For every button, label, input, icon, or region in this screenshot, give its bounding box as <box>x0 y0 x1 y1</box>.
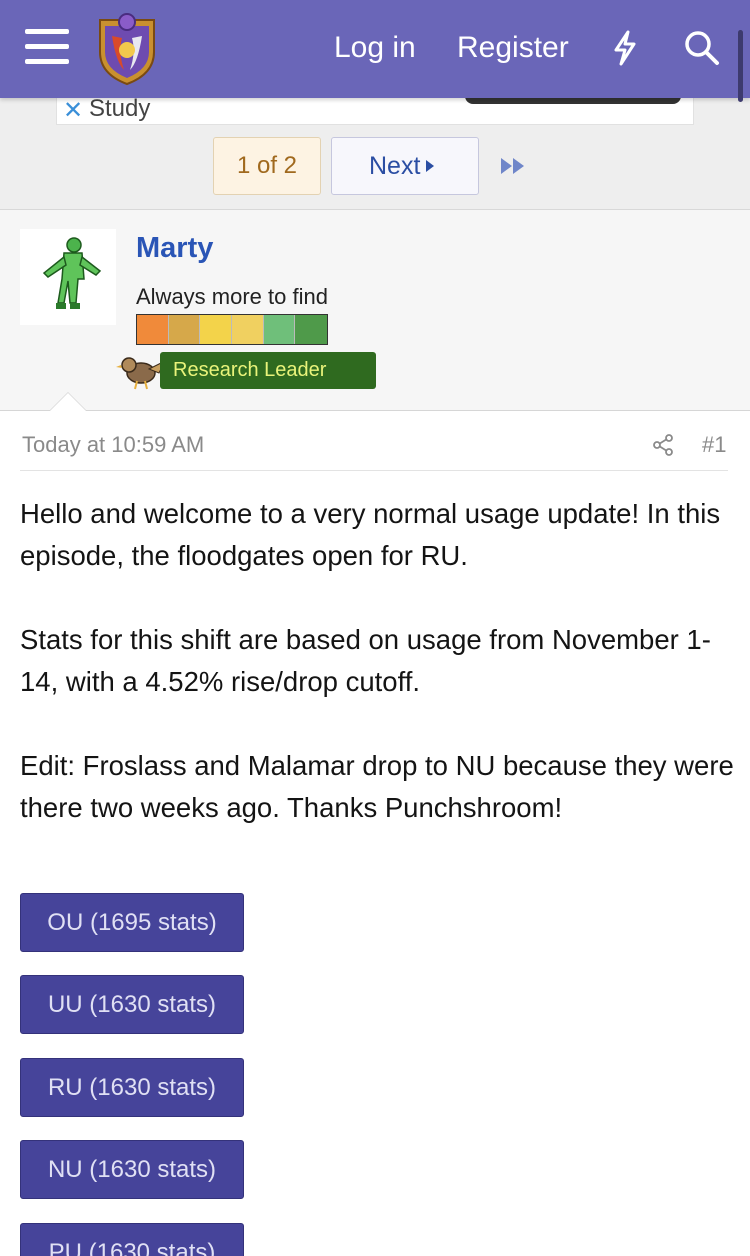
nu-stats-button[interactable]: NU (1630 stats) <box>20 1140 244 1199</box>
leaf-badge-icon <box>263 315 296 344</box>
menu-icon[interactable] <box>25 29 69 65</box>
post-paragraph: Hello and welcome to a very normal usage… <box>20 498 721 571</box>
register-link[interactable]: Register <box>457 28 569 68</box>
avatar[interactable] <box>20 229 116 325</box>
pagination-band: ✕ Study 1 of 2 Next <box>0 94 750 210</box>
post-paragraph: Stats for this shift are based on usage … <box>20 624 711 697</box>
last-page-icon[interactable] <box>499 156 529 176</box>
share-icon[interactable] <box>651 433 675 457</box>
sprout-badge-icon <box>295 315 328 344</box>
ad-label: Study <box>89 95 151 122</box>
pu-stats-button[interactable]: PU (1630 stats) <box>20 1223 244 1256</box>
login-link[interactable]: Log in <box>334 28 416 68</box>
caret-right-icon <box>426 160 435 172</box>
badge-strip <box>136 314 328 345</box>
post-meta: Today at 10:59 AM #1 <box>20 430 728 471</box>
next-page-button[interactable]: Next <box>331 137 479 195</box>
next-page-label: Next <box>369 152 421 180</box>
close-icon[interactable]: ✕ <box>63 99 83 123</box>
post-date[interactable]: Today at 10:59 AM <box>22 432 204 458</box>
page-indicator[interactable]: 1 of 2 <box>213 137 321 195</box>
ru-stats-button[interactable]: RU (1630 stats) <box>20 1058 244 1117</box>
post-paragraph: Edit: Froslass and Malamar drop to NU be… <box>20 750 734 823</box>
bolt-icon[interactable] <box>610 30 640 66</box>
username[interactable]: Marty <box>136 232 213 265</box>
ou-stats-button[interactable]: OU (1695 stats) <box>20 893 244 952</box>
chain-badge-icon <box>232 315 264 344</box>
user-title: Always more to find <box>136 284 328 309</box>
page-scrollbar[interactable] <box>738 30 743 102</box>
user-banner: Research Leader <box>160 352 376 389</box>
feather-badge-icon <box>137 315 169 344</box>
ad-strip: ✕ Study <box>56 94 694 125</box>
top-navigation-bar: Log in Register <box>0 0 750 98</box>
user-card: Marty Always more to find Research Leade… <box>0 210 750 411</box>
search-icon[interactable] <box>684 30 720 66</box>
coin-badge-icon <box>168 315 201 344</box>
card-pointer <box>50 393 86 411</box>
uu-stats-button[interactable]: UU (1630 stats) <box>20 975 244 1034</box>
site-logo[interactable] <box>94 12 160 86</box>
sun-badge-icon <box>200 315 233 344</box>
post-number[interactable]: #1 <box>702 432 726 458</box>
